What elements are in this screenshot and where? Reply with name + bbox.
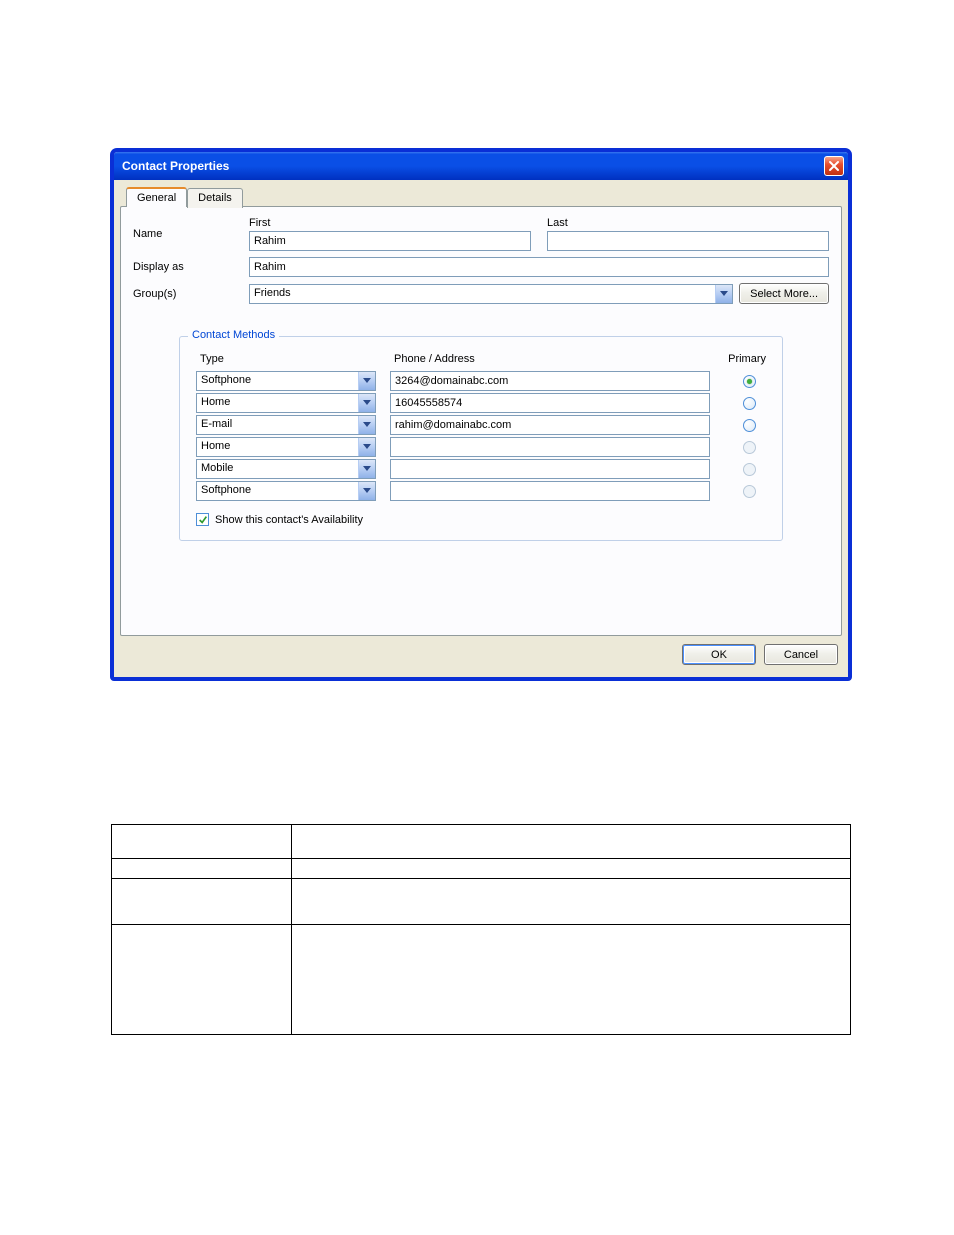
groups-row: Group(s) Friends Select More... bbox=[133, 283, 829, 304]
checkmark-icon bbox=[198, 515, 208, 525]
last-input[interactable] bbox=[547, 231, 829, 251]
chevron-down-icon bbox=[363, 466, 371, 472]
primary-radio[interactable] bbox=[743, 397, 756, 410]
chevron-down-icon bbox=[363, 444, 371, 450]
contact-type-value: Softphone bbox=[197, 482, 358, 500]
tab-details[interactable]: Details bbox=[187, 188, 243, 208]
contact-method-row: Mobile bbox=[196, 459, 766, 479]
contact-type-dropdown[interactable] bbox=[358, 460, 375, 478]
first-input[interactable] bbox=[249, 231, 531, 251]
contact-method-row: Home bbox=[196, 393, 766, 413]
primary-radio bbox=[743, 463, 756, 476]
contact-methods-header: Type Phone / Address Primary bbox=[196, 353, 766, 365]
name-label: Name bbox=[133, 228, 243, 240]
close-button[interactable] bbox=[824, 156, 844, 176]
table-row bbox=[112, 825, 851, 859]
primary-radio[interactable] bbox=[743, 419, 756, 432]
groups-combo[interactable]: Friends bbox=[249, 284, 733, 304]
contact-method-row: Softphone bbox=[196, 481, 766, 501]
groups-combo-dropdown[interactable] bbox=[715, 285, 732, 303]
primary-radio[interactable] bbox=[743, 375, 756, 388]
contact-type-dropdown[interactable] bbox=[358, 438, 375, 456]
groups-label: Group(s) bbox=[133, 288, 243, 300]
contact-type-dropdown[interactable] bbox=[358, 372, 375, 390]
groups-combo-value: Friends bbox=[250, 285, 715, 303]
contact-value-input[interactable] bbox=[390, 393, 710, 413]
primary-header: Primary bbox=[724, 353, 766, 365]
contact-value-input[interactable] bbox=[390, 415, 710, 435]
table-row bbox=[112, 879, 851, 925]
contact-type-value: E-mail bbox=[197, 416, 358, 434]
contact-type-value: Softphone bbox=[197, 372, 358, 390]
type-header: Type bbox=[196, 353, 376, 365]
titlebar[interactable]: Contact Properties bbox=[114, 152, 848, 180]
contact-type-combo[interactable]: Mobile bbox=[196, 459, 376, 479]
chevron-down-icon bbox=[363, 422, 371, 428]
primary-radio bbox=[743, 485, 756, 498]
chevron-down-icon bbox=[363, 400, 371, 406]
last-label: Last bbox=[547, 217, 829, 229]
contact-methods-legend: Contact Methods bbox=[188, 329, 279, 341]
dialog-title: Contact Properties bbox=[122, 159, 229, 173]
contact-type-dropdown[interactable] bbox=[358, 482, 375, 500]
contact-method-row: Softphone bbox=[196, 371, 766, 391]
show-availability-label: Show this contact's Availability bbox=[215, 514, 363, 526]
chevron-down-icon bbox=[363, 488, 371, 494]
contact-type-value: Mobile bbox=[197, 460, 358, 478]
table-row bbox=[112, 859, 851, 879]
contact-type-combo[interactable]: E-mail bbox=[196, 415, 376, 435]
select-more-button[interactable]: Select More... bbox=[739, 283, 829, 304]
chevron-down-icon bbox=[363, 378, 371, 384]
contact-properties-dialog: Contact Properties General Details Name … bbox=[111, 149, 851, 680]
contact-type-combo[interactable]: Home bbox=[196, 393, 376, 413]
ok-button[interactable]: OK bbox=[682, 644, 756, 665]
contact-value-input[interactable] bbox=[390, 481, 710, 501]
contact-method-row: Home bbox=[196, 437, 766, 457]
display-as-row: Display as bbox=[133, 257, 829, 277]
contact-type-combo[interactable]: Softphone bbox=[196, 481, 376, 501]
phone-address-header: Phone / Address bbox=[390, 353, 710, 365]
close-icon bbox=[828, 160, 840, 172]
table-row bbox=[112, 925, 851, 1035]
tab-general[interactable]: General bbox=[126, 187, 187, 207]
cancel-button[interactable]: Cancel bbox=[764, 644, 838, 665]
show-availability-checkbox[interactable] bbox=[196, 513, 209, 526]
display-as-label: Display as bbox=[133, 261, 243, 273]
contact-value-input[interactable] bbox=[390, 437, 710, 457]
contact-method-row: E-mail bbox=[196, 415, 766, 435]
contact-type-dropdown[interactable] bbox=[358, 416, 375, 434]
name-row: Name First Last bbox=[133, 217, 829, 251]
contact-value-input[interactable] bbox=[390, 459, 710, 479]
help-table bbox=[111, 824, 851, 1035]
tabstrip: General Details bbox=[126, 186, 842, 206]
contact-type-dropdown[interactable] bbox=[358, 394, 375, 412]
contact-type-value: Home bbox=[197, 438, 358, 456]
contact-type-value: Home bbox=[197, 394, 358, 412]
dialog-client: General Details Name First Last bbox=[114, 180, 848, 677]
contact-value-input[interactable] bbox=[390, 371, 710, 391]
dialog-actions: OK Cancel bbox=[120, 636, 842, 667]
contact-methods-group: Contact Methods Type Phone / Address Pri… bbox=[179, 336, 783, 541]
first-label: First bbox=[249, 217, 531, 229]
tab-panel-general: Name First Last Display as Group( bbox=[120, 206, 842, 636]
contact-type-combo[interactable]: Softphone bbox=[196, 371, 376, 391]
primary-radio bbox=[743, 441, 756, 454]
chevron-down-icon bbox=[720, 291, 728, 297]
display-as-input[interactable] bbox=[249, 257, 829, 277]
show-availability-row: Show this contact's Availability bbox=[196, 513, 766, 526]
contact-type-combo[interactable]: Home bbox=[196, 437, 376, 457]
